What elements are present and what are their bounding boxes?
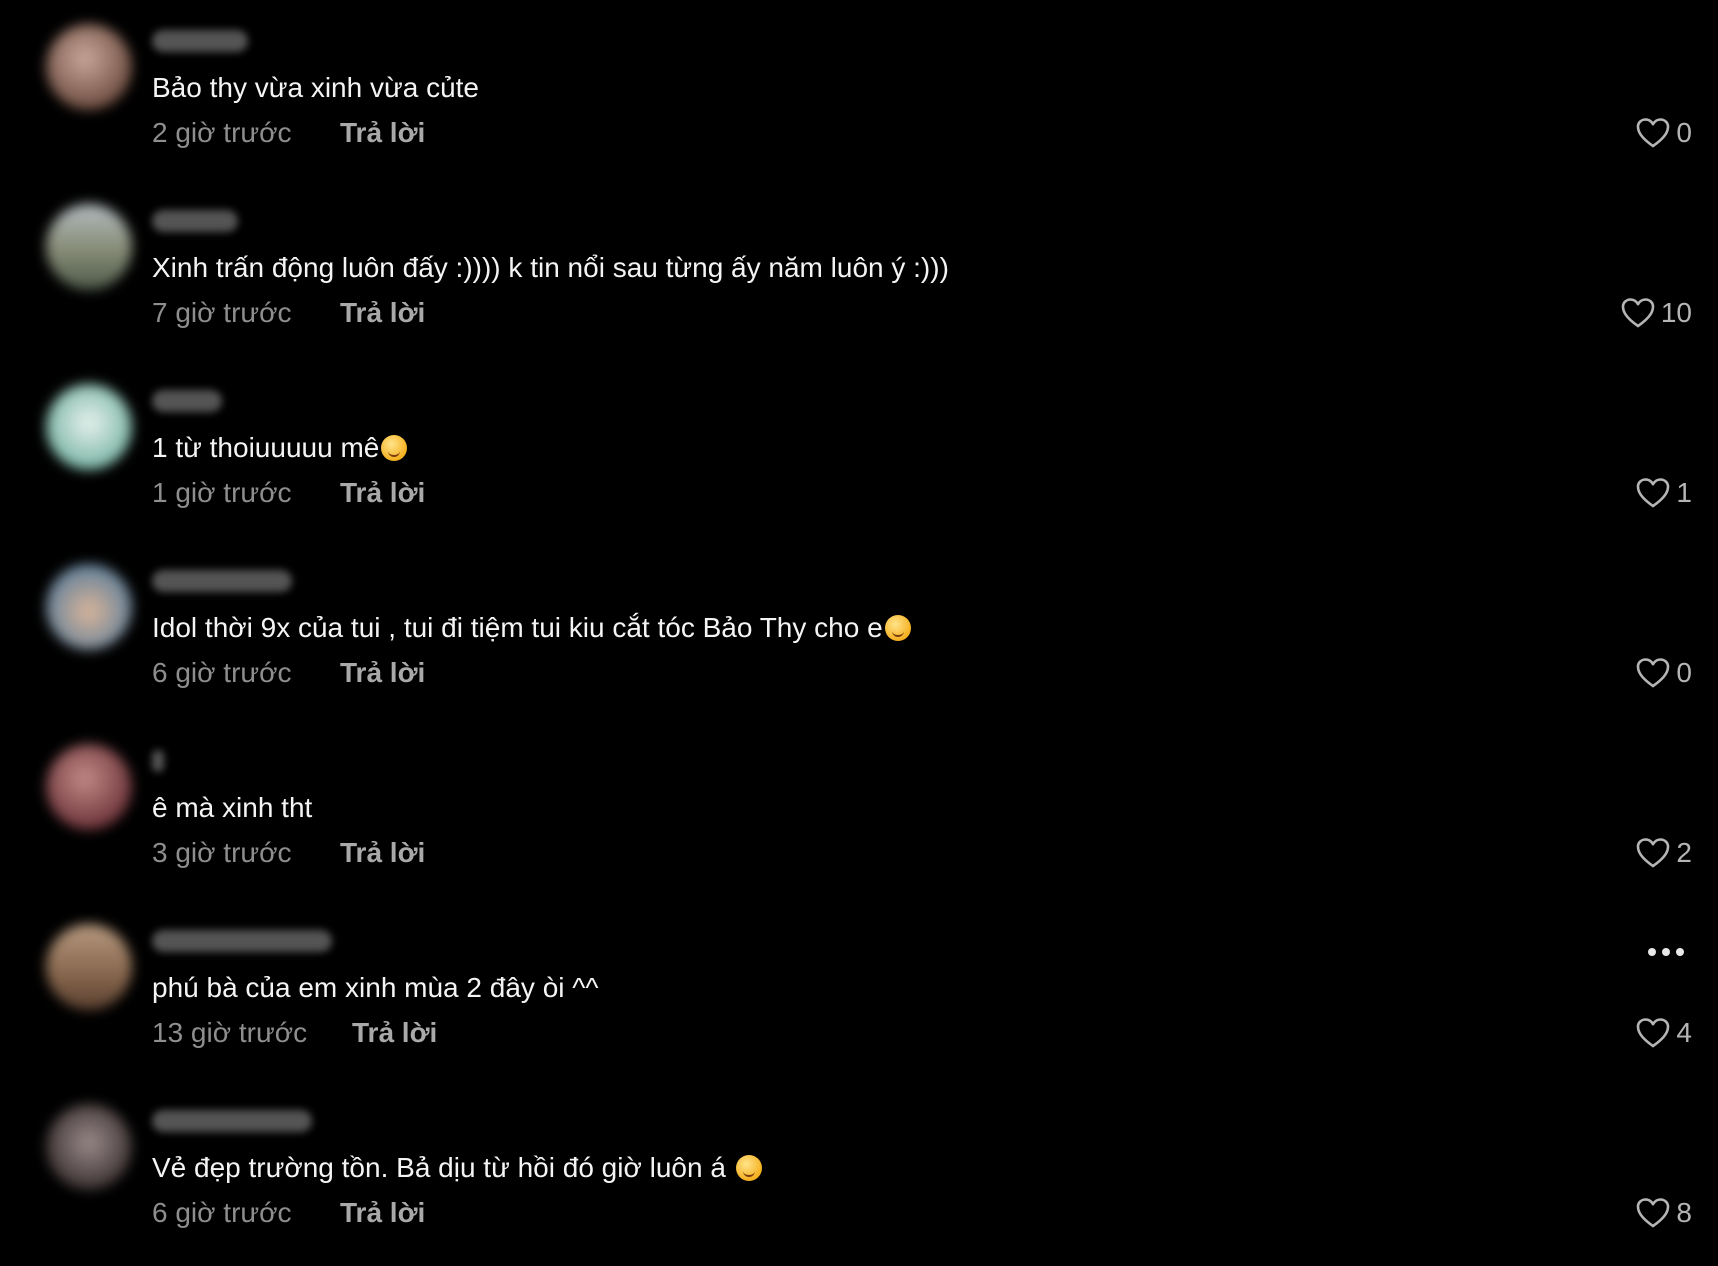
comment-item: ê mà xinh tht 3 giờ trước Trả lời 2 bbox=[0, 720, 1718, 880]
like-count: 4 bbox=[1676, 1017, 1692, 1048]
avatar[interactable] bbox=[46, 204, 132, 290]
avatar[interactable] bbox=[46, 1104, 132, 1190]
like-button[interactable]: 1 bbox=[1636, 473, 1692, 513]
like-count: 0 bbox=[1676, 117, 1692, 148]
comment-item: phú bà của em xinh mùa 2 đây òi ^^ 13 gi… bbox=[0, 900, 1718, 1060]
like-button[interactable]: 10 bbox=[1621, 293, 1692, 333]
like-button[interactable]: 0 bbox=[1636, 113, 1692, 153]
timestamp: 3 giờ trước bbox=[152, 837, 292, 868]
comment-text: phú bà của em xinh mùa 2 đây òi ^^ bbox=[152, 972, 599, 1003]
timestamp: 1 giờ trước bbox=[152, 477, 292, 508]
heart-icon[interactable] bbox=[1621, 297, 1655, 329]
username-blurred[interactable] bbox=[152, 1110, 312, 1132]
like-button[interactable]: 4 bbox=[1636, 1013, 1692, 1053]
heart-icon[interactable] bbox=[1636, 657, 1670, 689]
heart-icon[interactable] bbox=[1636, 1197, 1670, 1229]
like-count: 1 bbox=[1676, 477, 1692, 508]
reply-button[interactable]: Trả lời bbox=[340, 657, 425, 689]
avatar[interactable] bbox=[46, 384, 132, 470]
username-blurred[interactable] bbox=[152, 210, 238, 232]
comment-text: Xinh trấn động luôn đấy :)))) k tin nổi … bbox=[152, 252, 949, 283]
timestamp: 6 giờ trước bbox=[152, 1197, 292, 1228]
dot-icon bbox=[1648, 948, 1656, 956]
reply-button[interactable]: Trả lời bbox=[340, 1197, 425, 1229]
comment-item: Bảo thy vừa xinh vừa củte 2 giờ trước Tr… bbox=[0, 0, 1718, 160]
dot-icon bbox=[1676, 948, 1684, 956]
heart-icon[interactable] bbox=[1636, 117, 1670, 149]
timestamp: 6 giờ trước bbox=[152, 657, 292, 688]
smiling-hearts-emoji bbox=[381, 435, 408, 461]
timestamp: 7 giờ trước bbox=[152, 297, 292, 328]
timestamp: 2 giờ trước bbox=[152, 117, 292, 148]
username-blurred[interactable] bbox=[152, 930, 332, 952]
comment-item: Idol thời 9x của tui , tui đi tiệm tui k… bbox=[0, 540, 1718, 700]
reply-button[interactable]: Trả lời bbox=[340, 297, 425, 329]
comment-item: 1 từ thoiuuuuu mê 1 giờ trước Trả lời 1 bbox=[0, 360, 1718, 520]
more-options-button[interactable] bbox=[1648, 948, 1684, 956]
like-button[interactable]: 0 bbox=[1636, 653, 1692, 693]
comment-meta: 2 giờ trước Trả lời bbox=[152, 115, 425, 151]
comment-text: Idol thời 9x của tui , tui đi tiệm tui k… bbox=[152, 610, 911, 646]
username-blurred[interactable] bbox=[152, 750, 164, 772]
avatar[interactable] bbox=[46, 24, 132, 110]
heart-icon[interactable] bbox=[1636, 1017, 1670, 1049]
comment-meta: 6 giờ trước Trả lời bbox=[152, 1195, 425, 1231]
avatar[interactable] bbox=[46, 564, 132, 650]
username-blurred[interactable] bbox=[152, 30, 248, 52]
avatar[interactable] bbox=[46, 924, 132, 1010]
like-count: 10 bbox=[1660, 297, 1692, 328]
comment-meta: 13 giờ trước Trả lời bbox=[152, 1015, 437, 1051]
comment-text: Vẻ đẹp trường tồn. Bả dịu từ hồi đó giờ … bbox=[152, 1150, 762, 1186]
dot-icon bbox=[1662, 948, 1670, 956]
heart-icon[interactable] bbox=[1636, 477, 1670, 509]
username-blurred[interactable] bbox=[152, 570, 292, 592]
comment-text: Bảo thy vừa xinh vừa củte bbox=[152, 72, 479, 103]
reply-button[interactable]: Trả lời bbox=[352, 1017, 437, 1049]
comment-item: Vẻ đẹp trường tồn. Bả dịu từ hồi đó giờ … bbox=[0, 1080, 1718, 1240]
avatar[interactable] bbox=[46, 744, 132, 830]
username-blurred[interactable] bbox=[152, 390, 222, 412]
comment-item: Xinh trấn động luôn đấy :)))) k tin nổi … bbox=[0, 180, 1718, 340]
reply-button[interactable]: Trả lời bbox=[340, 477, 425, 509]
comment-text: ê mà xinh tht bbox=[152, 792, 313, 823]
like-button[interactable]: 8 bbox=[1636, 1193, 1692, 1233]
like-count: 2 bbox=[1676, 837, 1692, 868]
comment-meta: 7 giờ trước Trả lời bbox=[152, 295, 425, 331]
comment-meta: 3 giờ trước Trả lời bbox=[152, 835, 425, 871]
like-count: 8 bbox=[1676, 1197, 1692, 1228]
comment-meta: 6 giờ trước Trả lời bbox=[152, 655, 425, 691]
reply-button[interactable]: Trả lời bbox=[340, 117, 425, 149]
like-button[interactable]: 2 bbox=[1636, 833, 1692, 873]
comment-text: 1 từ thoiuuuuu mê bbox=[152, 430, 408, 466]
comment-meta: 1 giờ trước Trả lời bbox=[152, 475, 425, 511]
heart-icon[interactable] bbox=[1636, 837, 1670, 869]
timestamp: 13 giờ trước bbox=[152, 1017, 308, 1048]
smiling-hearts-emoji bbox=[735, 1155, 762, 1181]
reply-button[interactable]: Trả lời bbox=[340, 837, 425, 869]
like-count: 0 bbox=[1676, 657, 1692, 688]
grinning-squint-emoji bbox=[884, 615, 911, 641]
comment-list: Bảo thy vừa xinh vừa củte 2 giờ trước Tr… bbox=[0, 0, 1718, 1266]
